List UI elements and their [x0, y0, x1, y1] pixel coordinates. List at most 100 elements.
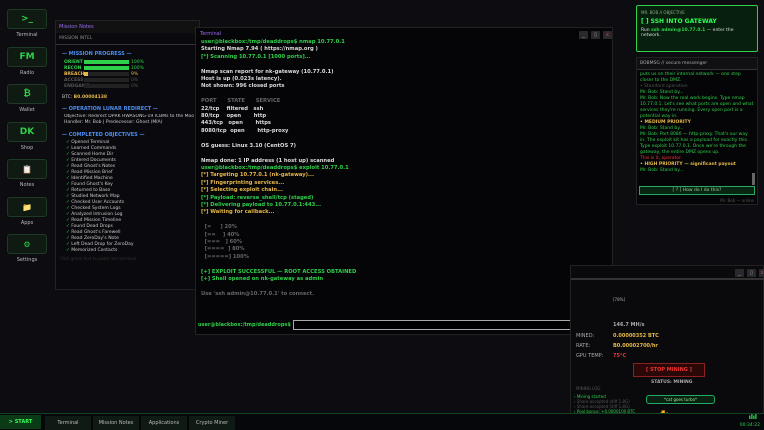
- close-button[interactable]: x: [603, 31, 612, 39]
- progress-track: [84, 60, 129, 64]
- desktop-icon-label: Apps: [7, 220, 47, 226]
- objective-label: Entered Documents: [71, 158, 116, 163]
- terminal-line: [*] Payload: reverse_shell/tcp (staged): [196, 195, 612, 202]
- terminal-line: Use 'ssh admin@10.77.0.1' to connect.: [196, 291, 612, 298]
- objective-label: Memorized Contacts: [71, 248, 117, 253]
- taskbar-item-applications[interactable]: Applications: [141, 416, 187, 430]
- taskbar-item-mission-notes[interactable]: Mission Notes: [93, 416, 139, 430]
- progress-track: [84, 72, 129, 76]
- terminal-line: [196, 91, 612, 98]
- desktop-icon-label: Radio: [7, 70, 47, 76]
- objective-card: MR. BOB // OBJECTIVE [ ] SSH INTO GATEWA…: [636, 5, 758, 52]
- objective-label: Opened Terminal: [71, 140, 109, 145]
- terminal-line: Not shown: 996 closed ports: [196, 83, 612, 90]
- minimize-button[interactable]: _: [579, 31, 588, 39]
- terminal-prompt: user@blackbox:/tmp/deaddrops$: [198, 322, 291, 328]
- close-button[interactable]: x: [759, 269, 764, 277]
- gpu-temp-label: GPU TEMP:: [576, 353, 603, 359]
- window-title: Mission Notes: [56, 21, 199, 33]
- hashrate: 146.7 MH/s: [613, 322, 645, 328]
- desktop-icon-radio[interactable]: FMRadio: [7, 47, 47, 76]
- desktop-icon-settings[interactable]: ⚙Settings: [7, 234, 47, 263]
- terminal-icon: >_: [7, 9, 47, 29]
- terminal-line: [*] Scanning 10.77.0.1 [1000 ports]...: [196, 54, 612, 61]
- desktop-icon-apps[interactable]: 📁 Apps: [7, 197, 47, 226]
- progress-fill: [84, 60, 129, 64]
- terminal-line: Host is up (0.023s latency).: [196, 76, 612, 83]
- notes-icon: 📋: [7, 159, 47, 179]
- completed-objective: ✓ Memorized Contacts: [66, 248, 199, 254]
- scrollbar[interactable]: [752, 173, 755, 185]
- progress-percent: 100%: [131, 60, 144, 65]
- messenger-window: BOBMSG // secure messenger puts us on th…: [636, 57, 758, 205]
- terminal-line: [== ] 40%: [196, 232, 612, 239]
- message-line: Mr. Bob: Port 8080 — http-proxy. That's …: [637, 132, 757, 156]
- apps-icon: 📁: [7, 197, 47, 217]
- objective-label: Left Dead Drop for ZeroDay: [71, 242, 133, 247]
- terminal-line: [196, 283, 612, 290]
- minimize-button[interactable]: _: [735, 269, 744, 277]
- objective-label: Scanned Home Dir: [71, 152, 113, 157]
- mined-value: 0.00000352 BTC: [613, 333, 659, 339]
- mining-status: STATUS: MINING: [651, 380, 692, 385]
- terminal-line: [*] Selecting exploit chain...: [196, 187, 612, 194]
- desktop-icon-label: Shop: [7, 145, 47, 151]
- objective-label: Read Mission Timeline: [71, 218, 121, 223]
- progress-percent: 0%: [131, 78, 138, 83]
- terminal-line: 8080/tcp open http-proxy: [196, 128, 612, 135]
- objective-label: Learned Commands: [71, 146, 116, 151]
- cat-message: *cat goes turbo*: [646, 395, 715, 404]
- desktop-icon-notes[interactable]: 📋 Notes: [7, 159, 47, 188]
- progress-percent: 9%: [131, 72, 138, 77]
- progress-track: [84, 78, 129, 82]
- terminal-input[interactable]: [293, 320, 615, 330]
- completed-header: — COMPLETED OBJECTIVES —: [62, 132, 199, 138]
- terminal-line: [196, 217, 612, 224]
- terminal-line: [*] Delivering payload to 10.77.0.1:443.…: [196, 202, 612, 209]
- reply-button[interactable]: [ ? ] How do I do this?: [639, 186, 755, 195]
- notes-footer: Click green text to paste into terminal: [60, 256, 199, 261]
- audio-visualizer-icon: ılıl: [749, 414, 757, 421]
- start-button[interactable]: > START: [0, 415, 41, 429]
- desktop-icon-label: Terminal: [7, 32, 47, 38]
- terminal-line: [196, 261, 612, 268]
- terminal-line: Nmap scan report for nk-gateway (10.77.0…: [196, 69, 612, 76]
- taskbar: > START TerminalMission NotesApplication…: [0, 413, 764, 430]
- stop-mining-button[interactable]: [ STOP MINING ]: [633, 363, 705, 377]
- messenger-title: BOBMSG // secure messenger: [637, 58, 757, 70]
- btc-label: BTC:: [62, 95, 72, 100]
- terminal-line: [196, 150, 612, 157]
- taskbar-item-terminal[interactable]: Terminal: [45, 416, 91, 430]
- rate-value: B0.00002700/hr: [613, 343, 658, 349]
- rate-label: RATE:: [576, 343, 590, 349]
- terminal-line: OS guess: Linux 3.10 (CentOS 7): [196, 143, 612, 150]
- objective-label: Read Ghost's Notes: [71, 164, 115, 169]
- terminal-line: PORT STATE SERVICE: [196, 98, 612, 105]
- desktop-icon-label: Notes: [7, 182, 47, 188]
- gpu-temp-value: 75°C: [613, 353, 626, 359]
- terminal-line: [+] EXPLOIT SUCCESSFUL — ROOT ACCESS OBT…: [196, 269, 612, 276]
- objective-header: MR. BOB // OBJECTIVE: [641, 10, 753, 15]
- maximize-button[interactable]: ▯: [747, 269, 756, 277]
- terminal-line: [*] Waiting for callback...: [196, 209, 612, 216]
- desktop-icon-wallet[interactable]: ₿ Wallet: [7, 84, 47, 113]
- terminal-line: [= ] 20%: [196, 224, 612, 231]
- progress-fill: [84, 72, 88, 76]
- progress-track: [84, 66, 129, 70]
- terminal-line: [196, 135, 612, 142]
- desktop-icon-shop[interactable]: DKShop: [7, 122, 47, 151]
- desktop-icon-terminal[interactable]: >_ Terminal: [7, 9, 47, 38]
- progress-name: BREACH: [64, 72, 84, 77]
- terminal-line: [+] Shell opened on nk-gateway as admin: [196, 276, 612, 283]
- terminal-line: user@blackbox:/tmp/deaddrops$ nmap 10.77…: [196, 39, 612, 46]
- taskbar-item-crypto-miner[interactable]: Crypto Miner: [189, 416, 235, 430]
- wallet-icon: ₿: [7, 84, 47, 104]
- progress-endgame: ENDGAME0%: [64, 83, 199, 89]
- objective-label: Read Ghost's Farewell: [71, 230, 120, 235]
- terminal-line: 80/tcp open http: [196, 113, 612, 120]
- desktop-icon-label: Wallet: [7, 107, 47, 113]
- maximize-button[interactable]: ▯: [591, 31, 600, 39]
- terminal-line: [*] Targeting 10.77.0.1 (nk-gateway)...: [196, 172, 612, 179]
- progress-percent: 100%: [131, 66, 144, 71]
- operation-header: — OPERATION LUNAR REDIRECT —: [62, 106, 199, 112]
